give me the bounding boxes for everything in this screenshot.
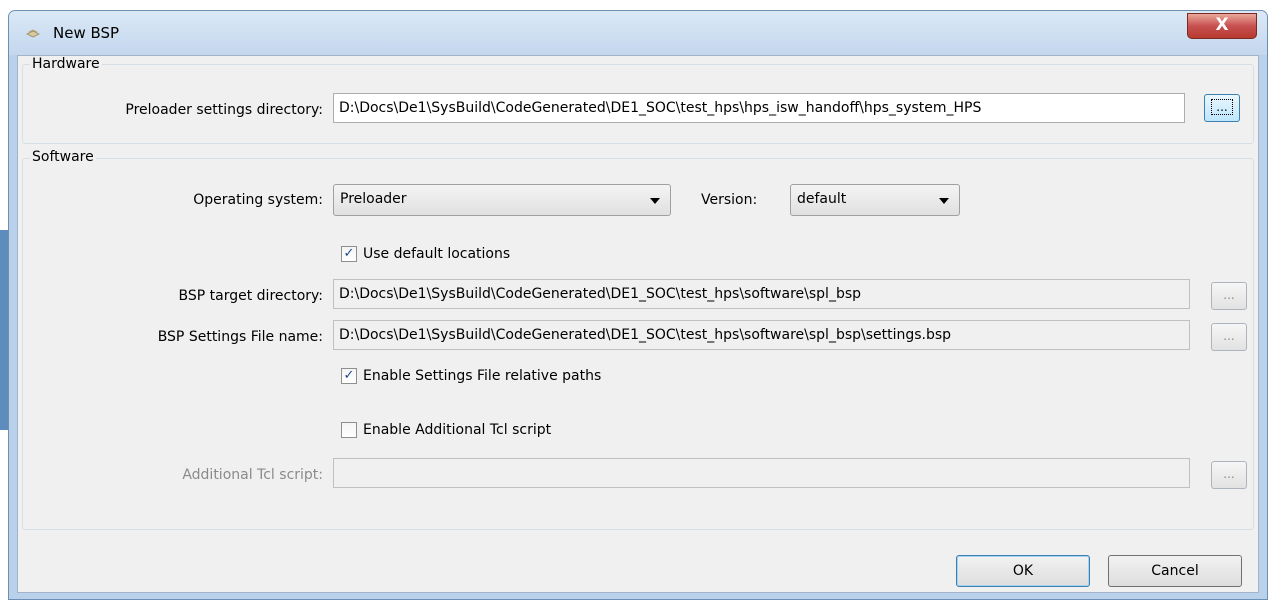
preloader-browse-button[interactable]: ... — [1204, 94, 1240, 122]
browse-label: ... — [1223, 467, 1235, 481]
browse-label: ... — [1223, 329, 1235, 343]
title-bar[interactable]: New BSP X — [9, 11, 1267, 55]
bsp-target-browse-button[interactable]: ... — [1211, 282, 1247, 310]
preloader-settings-input[interactable]: D:\Docs\De1\SysBuild\CodeGenerated\DE1_S… — [333, 93, 1185, 123]
relative-paths-label: Enable Settings File relative paths — [363, 368, 602, 384]
operating-system-label: Operating system: — [193, 192, 323, 208]
chevron-down-icon — [650, 198, 660, 204]
new-bsp-dialog: New BSP X Hardware Preloader settings di… — [8, 10, 1268, 600]
version-label: Version: — [701, 192, 758, 208]
bsp-target-directory-input[interactable]: D:\Docs\De1\SysBuild\CodeGenerated\DE1_S… — [333, 279, 1190, 309]
app-icon — [26, 29, 40, 38]
dialog-client-area: Hardware Preloader settings directory: D… — [17, 55, 1259, 593]
operating-system-value: Preloader — [340, 191, 407, 207]
hardware-group-label: Hardware — [30, 56, 102, 72]
use-default-locations-label: Use default locations — [363, 246, 511, 262]
bsp-settings-file-label: BSP Settings File name: — [157, 329, 323, 345]
checkbox-box[interactable] — [341, 422, 357, 438]
relative-paths-checkbox[interactable]: ✓ Enable Settings File relative paths — [341, 368, 601, 384]
checkmark-icon[interactable]: ✓ — [341, 246, 357, 262]
additional-tcl-checkbox-label: Enable Additional Tcl script — [363, 422, 552, 438]
version-value: default — [797, 191, 847, 207]
ok-button[interactable]: OK — [956, 555, 1090, 587]
preloader-settings-label: Preloader settings directory: — [125, 102, 323, 118]
bsp-target-directory-label: BSP target directory: — [178, 288, 323, 304]
additional-tcl-script-input[interactable] — [333, 458, 1190, 488]
checkmark-icon[interactable]: ✓ — [341, 368, 357, 384]
additional-tcl-browse-button[interactable]: ... — [1211, 461, 1247, 489]
background-window-edge — [0, 230, 8, 430]
chevron-down-icon — [939, 198, 949, 204]
software-group-label: Software — [30, 149, 96, 165]
browse-label: ... — [1223, 288, 1235, 302]
operating-system-select[interactable]: Preloader — [333, 184, 671, 216]
close-button[interactable]: X — [1187, 13, 1257, 39]
window-title: New BSP — [53, 24, 120, 42]
additional-tcl-checkbox[interactable]: Enable Additional Tcl script — [341, 422, 551, 438]
bsp-settings-browse-button[interactable]: ... — [1211, 323, 1247, 351]
browse-label: ... — [1211, 99, 1233, 115]
close-icon: X — [1215, 15, 1229, 35]
bsp-settings-file-input[interactable]: D:\Docs\De1\SysBuild\CodeGenerated\DE1_S… — [333, 320, 1190, 350]
cancel-button[interactable]: Cancel — [1108, 555, 1242, 587]
additional-tcl-script-label: Additional Tcl script: — [182, 467, 323, 483]
use-default-locations-checkbox[interactable]: ✓ Use default locations — [341, 246, 510, 262]
version-select[interactable]: default — [790, 184, 960, 216]
